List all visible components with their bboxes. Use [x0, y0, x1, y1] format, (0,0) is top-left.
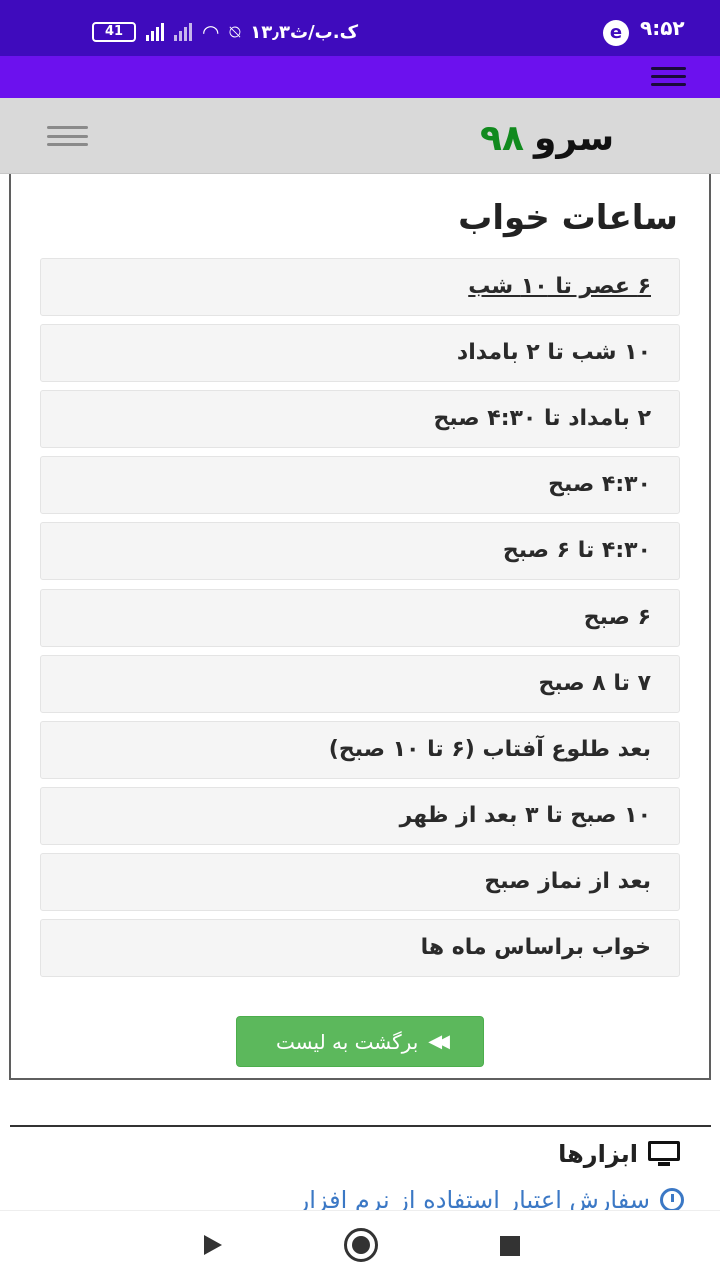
battery-icon: 41: [92, 22, 136, 42]
app-toolbar: [0, 56, 720, 98]
tools-title: ابزارها: [558, 1140, 638, 1168]
status-bar: 41 ◠ ⍉ ۱۳٫۳ک.ب/ث e ۹:۵۲: [0, 0, 720, 56]
back-to-list-button[interactable]: ◀◀ برگشت به لیست: [236, 1016, 484, 1067]
list-item[interactable]: بعد طلوع آفتاب (۶ تا ۱۰ صبح): [40, 721, 680, 779]
list-item[interactable]: ۶ عصر تا ۱۰ شب: [40, 258, 680, 316]
list-item[interactable]: ۱۰ صبح تا ۳ بعد از ظهر: [40, 787, 680, 845]
signal-icon-2: [174, 23, 192, 41]
nav-toggle-icon[interactable]: [47, 126, 88, 146]
page-title: ساعات خواب: [458, 198, 678, 238]
tools-heading: ابزارها: [558, 1140, 680, 1168]
back-button-label: برگشت به لیست: [276, 1029, 419, 1054]
site-logo[interactable]: سرو ۹۸: [480, 118, 614, 159]
list-item[interactable]: ۴:۳۰ تا ۶ صبح: [40, 522, 680, 580]
list-item[interactable]: ۲ بامداد تا ۴:۳۰ صبح: [40, 390, 680, 448]
signal-icon: [146, 23, 164, 41]
divider: [10, 1125, 711, 1127]
logo-number: ۹۸: [480, 118, 524, 159]
list-item[interactable]: خواب براساس ماه ها: [40, 919, 680, 977]
wifi-icon: ◠: [202, 20, 220, 44]
back-nav-icon[interactable]: [204, 1235, 222, 1255]
mute-icon: ⍉: [229, 21, 241, 43]
list-item[interactable]: ۴:۳۰ صبح: [40, 456, 680, 514]
app-notification-icon: e: [603, 20, 629, 46]
list-item[interactable]: ۷ تا ۸ صبح: [40, 655, 680, 713]
list-item[interactable]: بعد از نماز صبح: [40, 853, 680, 911]
recents-nav-icon[interactable]: [500, 1236, 520, 1256]
status-icons: 41 ◠ ⍉ ۱۳٫۳ک.ب/ث: [92, 16, 358, 48]
monitor-icon: [648, 1141, 680, 1167]
list-item[interactable]: ۱۰ شب تا ۲ بامداد: [40, 324, 680, 382]
network-speed: ۱۳٫۳ک.ب/ث: [250, 21, 359, 43]
list-item[interactable]: ۶ صبح: [40, 589, 680, 647]
menu-icon[interactable]: [651, 67, 686, 86]
home-nav-icon[interactable]: [344, 1228, 378, 1262]
double-arrow-left-icon: ◀◀: [428, 1031, 450, 1052]
clock: ۹:۵۲: [640, 16, 685, 40]
logo-word: سرو: [533, 118, 615, 159]
clock-icon: [660, 1188, 684, 1212]
